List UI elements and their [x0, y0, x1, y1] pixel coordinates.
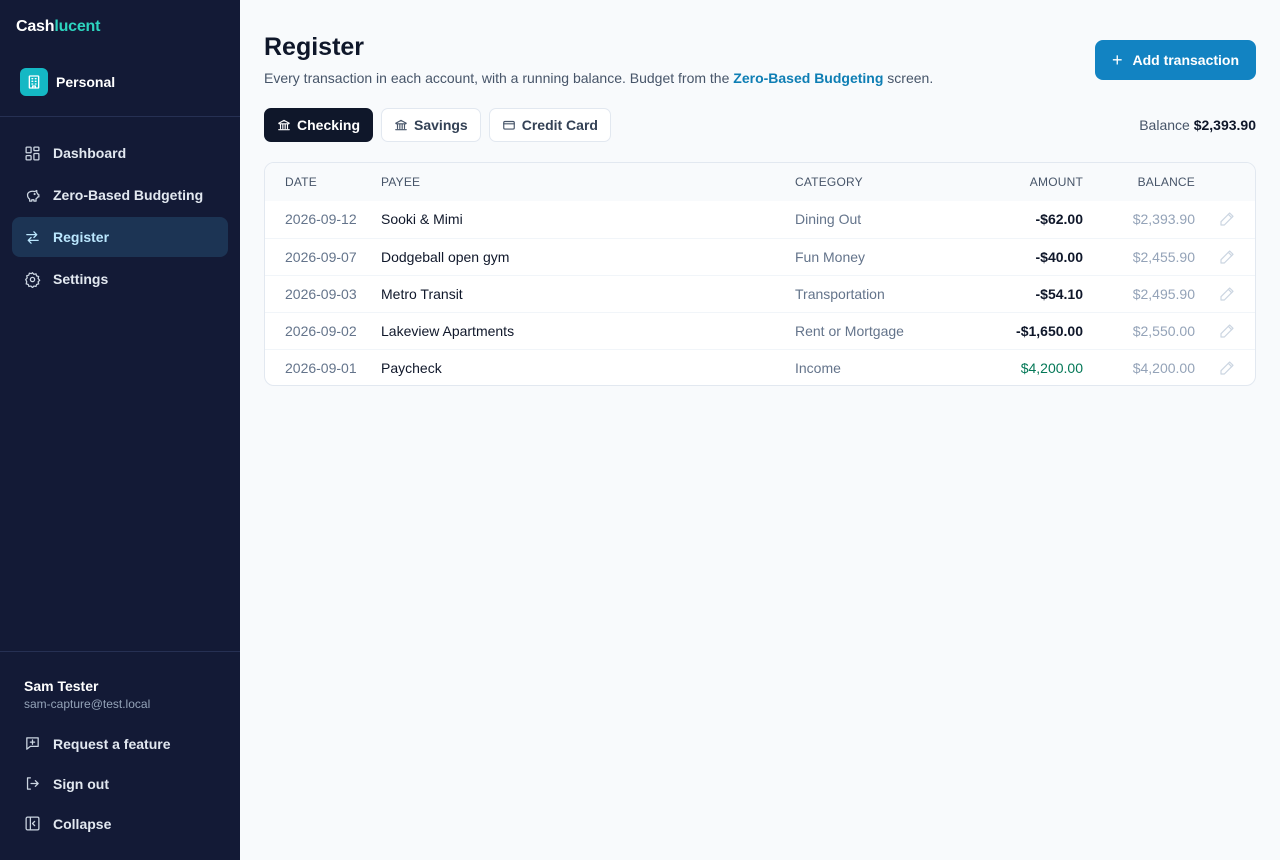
table-row[interactable]: 2026-09-03 Metro Transit Transportation …: [265, 275, 1255, 312]
pencil-icon[interactable]: [1219, 360, 1235, 376]
cell-balance: $2,550.00: [1132, 323, 1195, 339]
piggy-bank-icon: [26, 189, 40, 202]
column-header-payee: PAYEE: [381, 175, 421, 189]
brand-logo[interactable]: Cashlucent: [16, 18, 100, 36]
tab-label: Credit Card: [521, 117, 598, 133]
sidebar: Cashlucent Personal Dashboard Zero-Based…: [0, 0, 240, 860]
message-plus-icon: [26, 737, 39, 750]
page-subtitle: Every transaction in each account, with …: [264, 70, 933, 86]
building-icon: [20, 68, 48, 96]
column-header-date: DATE: [285, 175, 317, 189]
collapse-button[interactable]: Collapse: [24, 815, 111, 832]
tab-savings[interactable]: Savings: [381, 108, 481, 142]
dashboard-icon: [25, 145, 40, 161]
cell-amount: -$54.10: [1035, 286, 1083, 302]
pencil-icon[interactable]: [1219, 211, 1235, 227]
tab-label: Savings: [414, 117, 468, 133]
sidebar-item-label: Zero-Based Budgeting: [53, 187, 204, 203]
table-row[interactable]: 2026-09-07 Dodgeball open gym Fun Money …: [265, 238, 1255, 275]
cell-category: Income: [795, 360, 841, 376]
table-row[interactable]: 2026-09-02 Lakeview Apartments Rent or M…: [265, 312, 1255, 349]
sidebar-item-zero-based-budgeting[interactable]: Zero-Based Budgeting: [12, 175, 228, 215]
cell-payee: Dodgeball open gym: [381, 249, 510, 265]
column-header-category: CATEGORY: [795, 175, 863, 189]
plus-icon: +: [1111, 50, 1123, 70]
brand-name-part2: lucent: [54, 18, 101, 35]
user-name: Sam Tester: [24, 678, 99, 694]
sidebar-item-label: Settings: [53, 271, 109, 287]
table-row[interactable]: 2026-09-12 Sooki & Mimi Dining Out -$62.…: [265, 201, 1255, 238]
pencil-icon[interactable]: [1219, 286, 1235, 302]
cell-payee: Lakeview Apartments: [381, 323, 515, 339]
cell-payee: Sooki & Mimi: [381, 211, 463, 227]
collapse-sidebar-icon: [25, 816, 40, 831]
cell-date: 2026-09-01: [285, 360, 357, 376]
cell-payee: Paycheck: [381, 360, 442, 376]
account-balance: Balance $2,393.90: [1139, 117, 1256, 133]
sidebar-item-register[interactable]: Register: [12, 217, 228, 257]
cell-date: 2026-09-12: [285, 211, 357, 227]
account-tabs: Checking Savings Credit Card: [264, 108, 619, 142]
sidebar-divider: [0, 116, 240, 117]
subtitle-text-end: screen.: [883, 70, 934, 86]
cell-date: 2026-09-03: [285, 286, 357, 302]
sidebar-divider: [0, 651, 240, 652]
credit-card-icon: [502, 120, 515, 130]
bank-icon: [278, 119, 290, 131]
user-email: sam-capture@test.local: [24, 697, 151, 711]
table-row[interactable]: 2026-09-01 Paycheck Income $4,200.00 $4,…: [265, 349, 1255, 385]
cell-balance: $2,455.90: [1132, 249, 1195, 265]
cell-category: Transportation: [795, 286, 885, 302]
sidebar-nav: Dashboard Zero-Based Budgeting Register …: [12, 133, 228, 301]
request-feature-label: Request a feature: [53, 735, 171, 752]
sidebar-item-label: Register: [53, 229, 110, 245]
cell-category: Fun Money: [795, 249, 866, 265]
cell-balance: $2,495.90: [1132, 286, 1195, 302]
zero-based-budgeting-link[interactable]: Zero-Based Budgeting: [733, 70, 883, 86]
column-header-balance: BALANCE: [1137, 175, 1195, 189]
tab-label: Checking: [297, 117, 361, 133]
add-transaction-button[interactable]: + Add transaction: [1095, 40, 1256, 80]
sidebar-item-dashboard[interactable]: Dashboard: [12, 133, 228, 173]
subtitle-text: Every transaction in each account, with …: [264, 70, 734, 86]
sidebar-item-label: Dashboard: [53, 145, 127, 161]
main-content: Register Every transaction in each accou…: [240, 0, 1280, 860]
page-title: Register: [264, 33, 365, 61]
cell-amount: -$1,650.00: [1016, 323, 1083, 339]
pencil-icon[interactable]: [1219, 323, 1235, 339]
workspace-label: Personal: [56, 74, 116, 90]
transactions-table: DATE PAYEE CATEGORY AMOUNT BALANCE 2026-…: [264, 162, 1256, 386]
balance-value: $2,393.90: [1193, 117, 1256, 133]
cell-balance: $4,200.00: [1132, 360, 1195, 376]
table-header: DATE PAYEE CATEGORY AMOUNT BALANCE: [265, 163, 1255, 201]
cell-date: 2026-09-02: [285, 323, 357, 339]
cell-date: 2026-09-07: [285, 249, 357, 265]
bank-icon: [395, 119, 407, 131]
collapse-label: Collapse: [53, 815, 112, 832]
gear-icon: [25, 271, 41, 288]
cell-balance: $2,393.90: [1132, 211, 1195, 227]
cell-amount: -$40.00: [1035, 249, 1083, 265]
cell-category: Rent or Mortgage: [795, 323, 904, 339]
cell-category: Dining Out: [795, 211, 862, 227]
sign-out-label: Sign out: [53, 775, 109, 792]
brand-name-part1: Cash: [16, 18, 55, 35]
tab-checking[interactable]: Checking: [264, 108, 374, 142]
sign-out-button[interactable]: Sign out: [24, 775, 109, 792]
table-body: 2026-09-12 Sooki & Mimi Dining Out -$62.…: [265, 201, 1255, 385]
cell-payee: Metro Transit: [381, 286, 463, 302]
column-header-amount: AMOUNT: [1029, 175, 1083, 189]
cell-amount: $4,200.00: [1020, 360, 1083, 376]
arrows-exchange-icon: [26, 230, 39, 244]
workspace-switcher[interactable]: Personal: [20, 68, 115, 96]
request-feature-button[interactable]: Request a feature: [24, 735, 170, 752]
pencil-icon[interactable]: [1219, 249, 1235, 265]
sidebar-item-settings[interactable]: Settings: [12, 259, 228, 299]
balance-label: Balance: [1139, 117, 1190, 133]
cell-amount: -$62.00: [1035, 211, 1083, 227]
add-transaction-label: Add transaction: [1132, 52, 1240, 68]
tab-credit-card[interactable]: Credit Card: [488, 108, 611, 142]
sign-out-icon: [26, 777, 39, 790]
